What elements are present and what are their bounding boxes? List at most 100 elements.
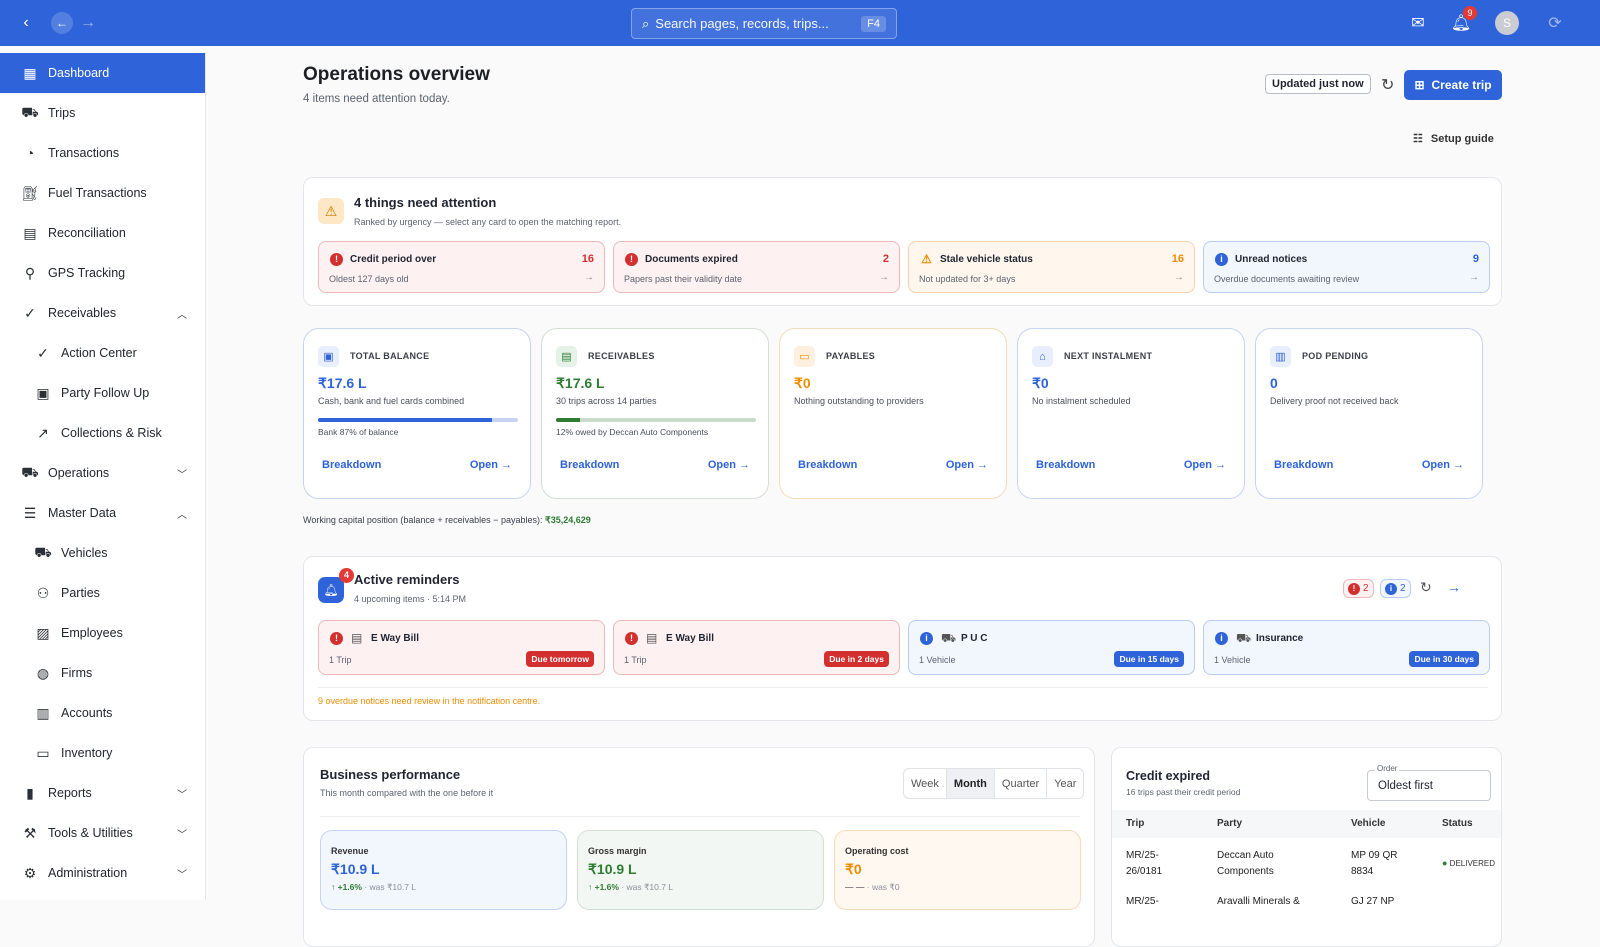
due-badge: Due in 15 days	[1114, 651, 1184, 667]
truck-icon: ⛟	[1236, 631, 1252, 645]
period-year[interactable]: Year	[1047, 769, 1083, 798]
gross-margin-card[interactable]: Gross margin ₹10.9 L ↑ +1.6% · was ₹10.7…	[577, 830, 824, 910]
attention-card-stale-vehicle[interactable]: ⚠ Stale vehicle status Not updated for 3…	[908, 241, 1195, 293]
sidebar-item-party-follow-up[interactable]: ▣ Party Follow Up	[0, 373, 205, 413]
sidebar-item-fuel-transactions[interactable]: ⛽︎ Fuel Transactions	[0, 173, 205, 213]
arrow-right-icon: →	[1453, 459, 1464, 471]
attention-card-credit-period[interactable]: ! Credit period over Oldest 127 days old…	[318, 241, 605, 293]
receipt-icon: ▤	[556, 346, 577, 367]
order-select[interactable]: Oldest first	[1367, 770, 1491, 801]
sidebar-item-receivables[interactable]: ✓ Receivables ︿	[0, 293, 205, 333]
open-label: Open	[945, 459, 974, 471]
blue-reminder-filter[interactable]: i2	[1380, 579, 1411, 598]
sidebar-item-reports[interactable]: ▮ Reports ﹀	[0, 773, 205, 813]
metric-value: ₹17.6 L	[556, 375, 605, 391]
sidebar-item-parties[interactable]: ⚇ Parties	[0, 573, 205, 613]
sync-icon[interactable]: ⟳	[1543, 11, 1567, 35]
nav-back-icon[interactable]: ←	[51, 12, 73, 34]
arrow-right-icon: →	[879, 272, 889, 283]
sidebar-item-trips[interactable]: ⛟ Trips	[0, 93, 205, 133]
attention-card-unread-notices[interactable]: i Unread notices Overdue documents await…	[1203, 241, 1490, 293]
sidebar-item-administration[interactable]: ⚙ Administration ﹀	[0, 853, 205, 893]
metric-value: ₹0	[794, 375, 811, 391]
revenue-card[interactable]: Revenue ₹10.9 L ↑ +1.6% · was ₹10.7 L	[320, 830, 567, 910]
cell-trip[interactable]: MR/25- 26/0181	[1126, 848, 1162, 880]
chevron-down-icon: ﹀	[177, 829, 187, 841]
breakdown-link[interactable]: Breakdown	[798, 459, 857, 471]
sidebar-item-reconciliation[interactable]: ▤ Reconciliation	[0, 213, 205, 253]
blue-count: 2	[1400, 583, 1406, 594]
breakdown-link[interactable]: Breakdown	[1036, 459, 1095, 471]
truck-icon: ⛟	[941, 631, 957, 645]
sidebar-item-label: Collections & Risk	[61, 426, 162, 440]
reminder-card[interactable]: i ⛟ Insurance 1 Vehicle Due in 30 days	[1203, 620, 1490, 675]
column-header-party[interactable]: Party	[1217, 818, 1242, 829]
refresh-icon[interactable]: ↻	[1420, 579, 1432, 596]
info-icon: i	[1215, 632, 1228, 645]
dashboard-icon: ▦	[23, 64, 37, 81]
transactions-icon: ◔	[25, 145, 35, 161]
sidebar-item-action-center[interactable]: ✓ Action Center	[0, 333, 205, 373]
sidebar-item-vehicles[interactable]: ⛟ Vehicles	[0, 533, 205, 573]
refresh-icon[interactable]: ↻	[1381, 75, 1394, 95]
avatar[interactable]: S	[1495, 11, 1519, 35]
breakdown-link[interactable]: Breakdown	[1274, 459, 1333, 471]
arrow-right-icon[interactable]: →	[1447, 579, 1461, 595]
sidebar-item-accounts[interactable]: ▥ Accounts	[0, 693, 205, 733]
sidebar-item-employees[interactable]: ▨ Employees	[0, 613, 205, 653]
working-capital-line: Working capital position (balance + rece…	[303, 515, 591, 526]
chevron-down-icon: ﹀	[177, 869, 187, 881]
sidebar-item-collections-risk[interactable]: ↗ Collections & Risk	[0, 413, 205, 453]
period-month[interactable]: Month	[946, 769, 995, 798]
red-reminder-filter[interactable]: ! 2	[1343, 579, 1374, 598]
open-link[interactable]: Open →	[470, 459, 512, 471]
perf-label: Operating cost	[845, 846, 909, 856]
reminder-card[interactable]: ! ▤ E Way Bill 1 Trip Due tomorrow	[318, 620, 605, 675]
sidebar-item-firms[interactable]: ◍ Firms	[0, 653, 205, 693]
setup-guide-button[interactable]: ☷ Setup guide	[1413, 132, 1494, 145]
contact-card-icon: ▣	[36, 384, 50, 401]
back-icon[interactable]: ‹	[14, 11, 38, 35]
attention-card-title: Stale vehicle status	[940, 254, 1033, 265]
cell-trip[interactable]: MR/25-	[1126, 894, 1159, 947]
document-icon: ▤	[646, 631, 658, 645]
create-trip-button[interactable]: ⊞ Create trip	[1404, 70, 1502, 100]
reminders-count-badge: 4	[339, 568, 354, 583]
sidebar-item-label: Trips	[48, 106, 76, 120]
bell-icon: 🔔︎	[318, 577, 344, 603]
period-quarter[interactable]: Quarter	[995, 769, 1048, 798]
attention-card-subtitle: Oldest 127 days old	[329, 274, 409, 284]
breakdown-link[interactable]: Breakdown	[322, 459, 381, 471]
toolbox-icon: ⚒	[23, 824, 37, 841]
sidebar-item-operations[interactable]: ⛟ Operations ﹀	[0, 453, 205, 493]
sidebar-item-dashboard[interactable]: ▦ Dashboard	[0, 53, 205, 93]
open-link[interactable]: Open →	[946, 459, 988, 471]
sidebar-item-tools-utilities[interactable]: ⚒ Tools & Utilities ﹀	[0, 813, 205, 853]
open-link[interactable]: Open →	[1422, 459, 1464, 471]
period-week[interactable]: Week	[904, 769, 947, 798]
reminder-subtitle: 1 Trip	[329, 655, 352, 665]
reminders-title: Active reminders	[354, 572, 460, 587]
sidebar-item-inventory[interactable]: ▭ Inventory	[0, 733, 205, 773]
due-badge: Due tomorrow	[526, 651, 594, 667]
sidebar-item-gps-tracking[interactable]: ⚲ GPS Tracking	[0, 253, 205, 293]
attention-card-documents-expired[interactable]: ! Documents expired Papers past their va…	[613, 241, 900, 293]
nav-forward-icon[interactable]: →	[76, 11, 100, 35]
column-header-vehicle[interactable]: Vehicle	[1351, 818, 1385, 829]
operating-cost-card[interactable]: Operating cost ₹0 — — · was ₹0	[834, 830, 1081, 910]
breakdown-link[interactable]: Breakdown	[560, 459, 619, 471]
open-link[interactable]: Open →	[1184, 459, 1226, 471]
overdue-notice-link[interactable]: 9 overdue notices need review in the not…	[318, 696, 540, 706]
attention-card-count: 16	[1171, 253, 1184, 265]
search-input[interactable]: ⌕ Search pages, records, trips... F4	[631, 8, 897, 39]
chat-icon[interactable]: ✉	[1406, 11, 1430, 35]
reminder-card[interactable]: i ⛟ P U C 1 Vehicle Due in 15 days	[908, 620, 1195, 675]
column-header-status[interactable]: Status	[1442, 818, 1473, 829]
sidebar-item-label: Action Center	[61, 346, 137, 360]
sidebar-item-master-data[interactable]: ☰ Master Data ︿	[0, 493, 205, 533]
column-header-trip[interactable]: Trip	[1126, 818, 1144, 829]
sidebar-item-transactions[interactable]: ◔ Transactions	[0, 133, 205, 173]
open-link[interactable]: Open →	[708, 459, 750, 471]
reminder-card[interactable]: ! ▤ E Way Bill 1 Trip Due in 2 days	[613, 620, 900, 675]
sidebar-item-label: Reconciliation	[48, 226, 126, 240]
